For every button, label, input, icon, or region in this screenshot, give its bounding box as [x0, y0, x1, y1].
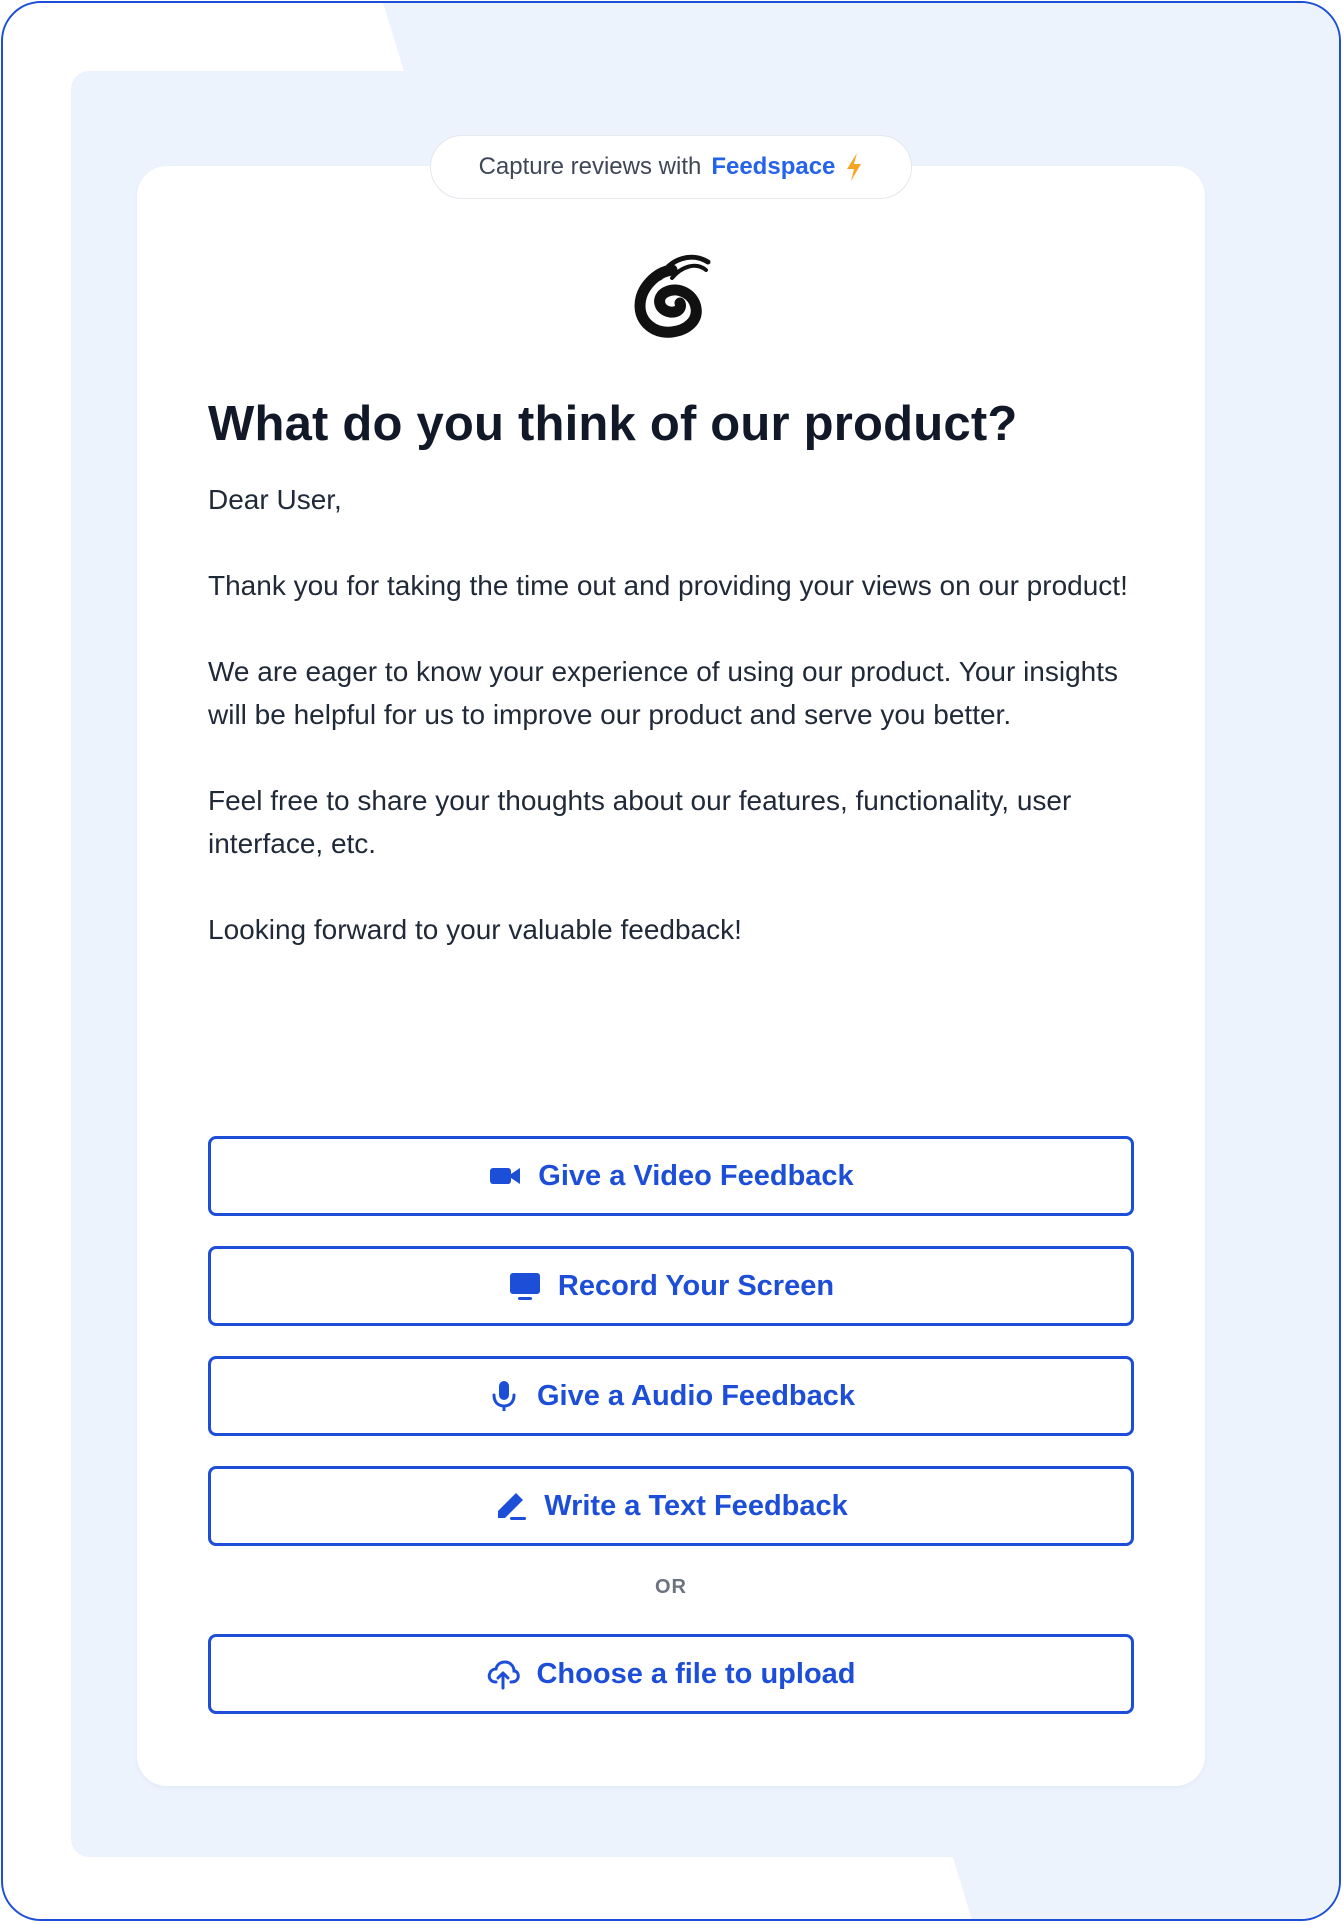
message-body: Dear User, Thank you for taking the time…: [208, 478, 1128, 994]
upload-file-button[interactable]: Choose a file to upload: [208, 1634, 1134, 1714]
badge-brand[interactable]: Feedspace: [711, 153, 835, 181]
text-feedback-button[interactable]: Write a Text Feedback: [208, 1466, 1134, 1546]
monitor-icon: [508, 1269, 542, 1303]
record-screen-button[interactable]: Record Your Screen: [208, 1246, 1134, 1326]
paragraph-thanks: Thank you for taking the time out and pr…: [208, 570, 1128, 601]
badge-prefix: Capture reviews with: [478, 153, 702, 180]
squiggle-logo-icon: [634, 254, 711, 338]
paragraph-eager: We are eager to know your experience of …: [208, 656, 1119, 730]
audio-feedback-label: Give a Audio Feedback: [536, 1379, 856, 1412]
video-camera-icon: [488, 1159, 522, 1193]
video-feedback-label: Give a Video Feedback: [538, 1159, 854, 1192]
cloud-upload-icon: [486, 1657, 521, 1691]
page-title: What do you think of our product?: [208, 397, 1018, 451]
upload-file-label: Choose a file to upload: [536, 1657, 856, 1690]
paragraph-share: Feel free to share your thoughts about o…: [208, 785, 1072, 859]
pencil-icon: [494, 1489, 528, 1523]
audio-feedback-button[interactable]: Give a Audio Feedback: [208, 1356, 1134, 1436]
record-screen-label: Record Your Screen: [557, 1269, 835, 1302]
microphone-icon: [487, 1379, 521, 1413]
lightning-bolt-icon: [847, 153, 862, 181]
or-divider: OR: [655, 1576, 687, 1598]
greeting-text: Dear User,: [208, 484, 342, 515]
video-feedback-button[interactable]: Give a Video Feedback: [208, 1136, 1134, 1216]
powered-by-badge[interactable]: Capture reviews with Feedspace: [430, 135, 912, 199]
paragraph-closing: Looking forward to your valuable feedbac…: [208, 914, 742, 945]
text-feedback-label: Write a Text Feedback: [544, 1489, 848, 1522]
